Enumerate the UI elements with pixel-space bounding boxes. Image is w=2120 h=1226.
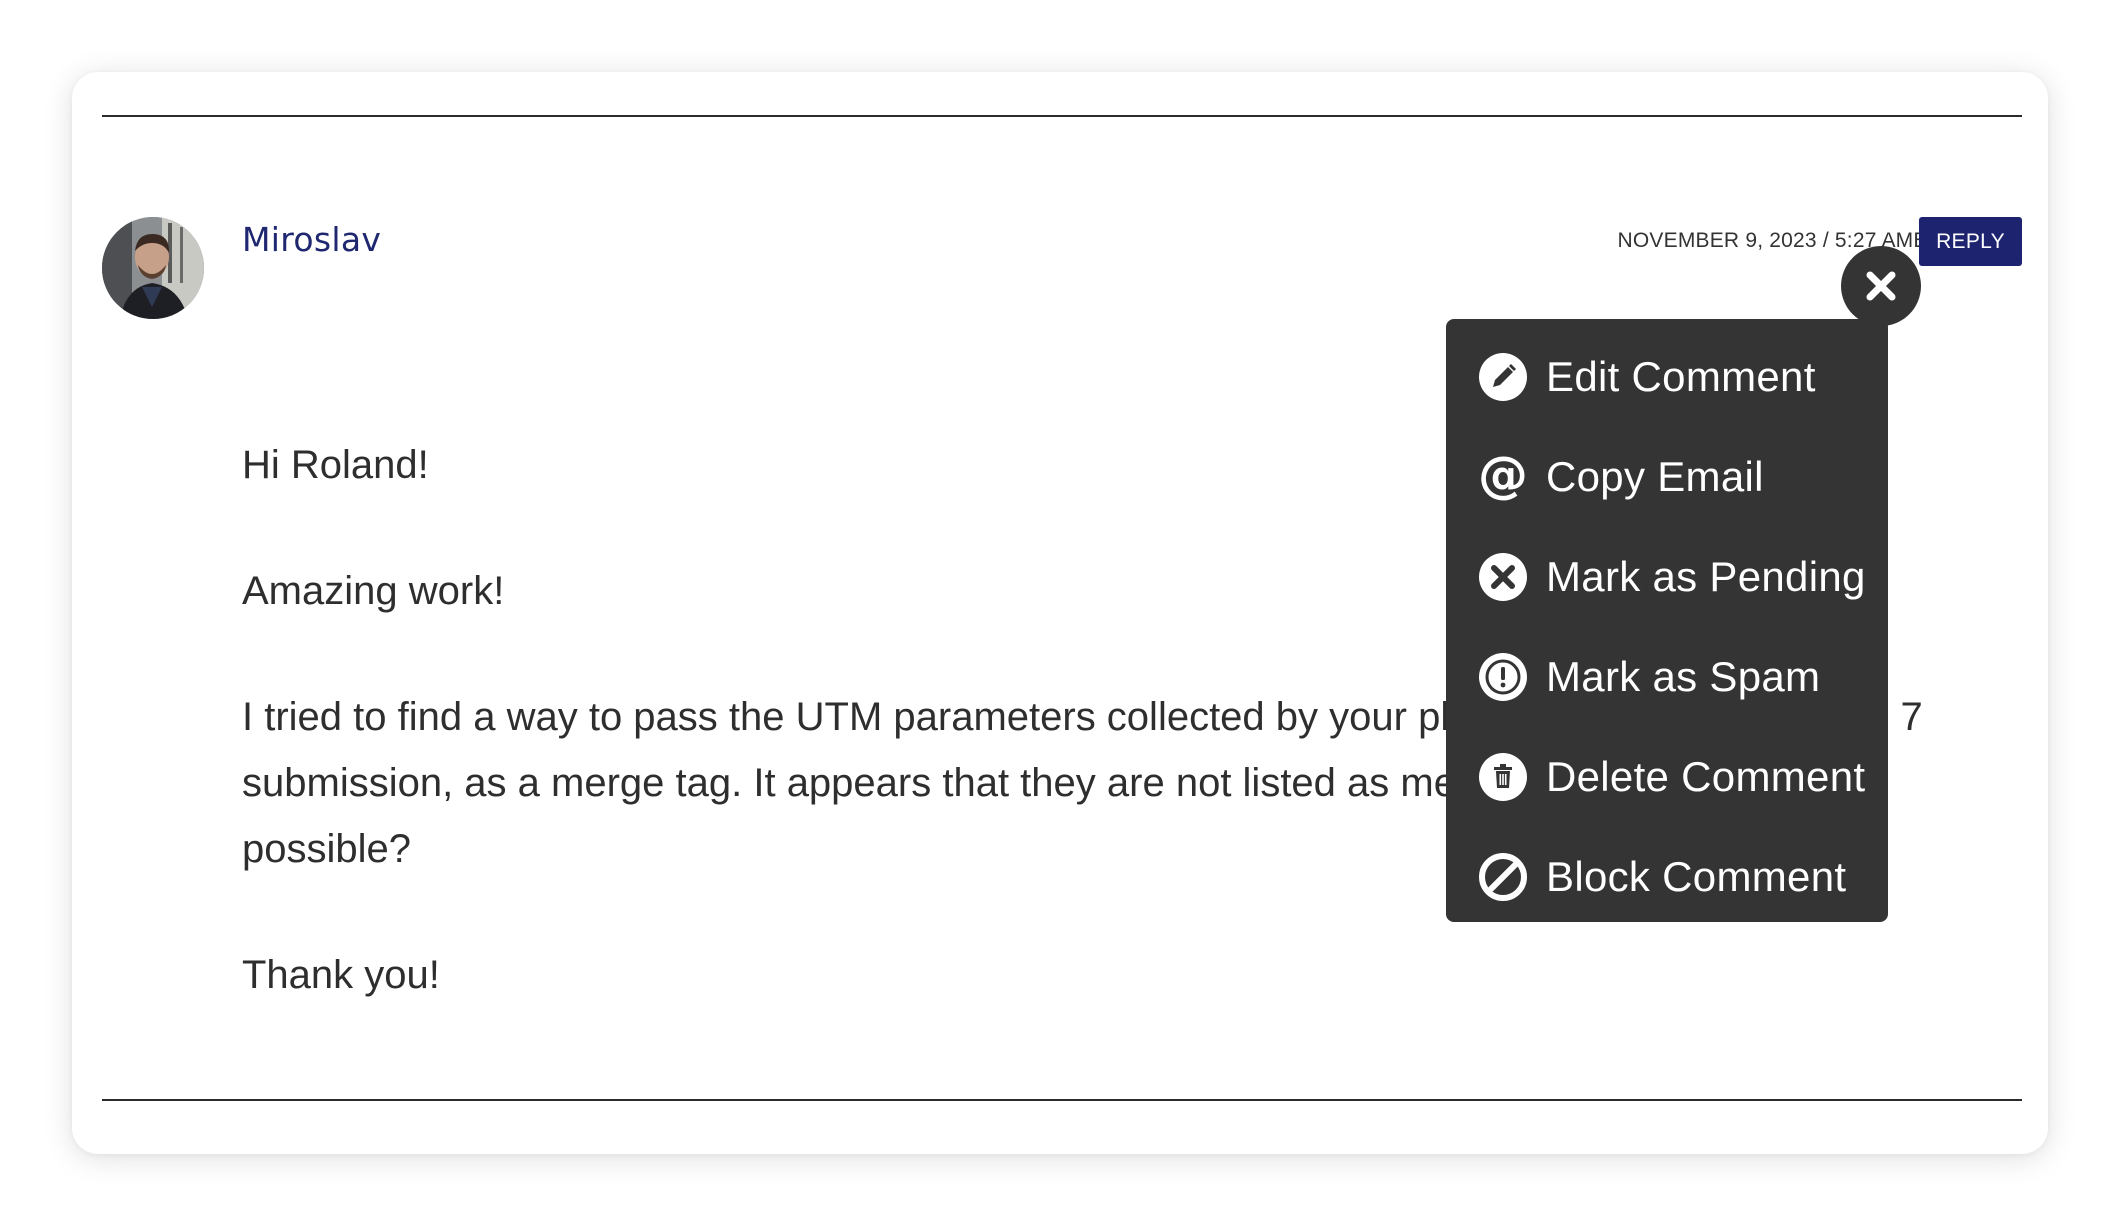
avatar-photo <box>102 217 204 319</box>
edit-comment-item[interactable]: Edit Comment <box>1446 327 1888 427</box>
close-menu-button[interactable] <box>1841 246 1921 326</box>
at-icon: @ <box>1478 452 1528 502</box>
bottom-divider <box>102 1099 2022 1101</box>
mark-spam-item[interactable]: Mark as Spam <box>1446 627 1888 727</box>
top-divider <box>102 115 2022 117</box>
comment-paragraph: Thank you! <box>242 953 440 997</box>
close-icon <box>1866 271 1896 301</box>
delete-comment-item[interactable]: Delete Comment <box>1446 727 1888 827</box>
mark-pending-item[interactable]: Mark as Pending <box>1446 527 1888 627</box>
menu-item-label: Block Comment <box>1546 853 1847 900</box>
exclamation-circle-icon <box>1479 653 1527 701</box>
menu-item-label: Edit Comment <box>1546 353 1816 400</box>
menu-item-label: Mark as Spam <box>1546 653 1821 700</box>
block-comment-item[interactable]: Block Comment <box>1446 827 1888 927</box>
menu-item-label: Copy Email <box>1546 453 1764 500</box>
avatar <box>102 217 204 319</box>
menu-item-label: Delete Comment <box>1546 753 1866 800</box>
comment-actions-menu: Edit Comment @ Copy Email Mark as Pendin… <box>1446 319 1888 922</box>
trash-icon <box>1479 753 1527 801</box>
comment-author[interactable]: Miroslav <box>242 220 381 259</box>
pencil-icon <box>1479 353 1527 401</box>
x-circle-icon <box>1479 553 1527 601</box>
copy-email-item[interactable]: @ Copy Email <box>1446 427 1888 527</box>
ban-icon <box>1479 853 1527 901</box>
reply-button[interactable]: REPLY <box>1919 217 2022 266</box>
svg-text:@: @ <box>1478 452 1528 502</box>
menu-item-label: Mark as Pending <box>1546 553 1866 600</box>
